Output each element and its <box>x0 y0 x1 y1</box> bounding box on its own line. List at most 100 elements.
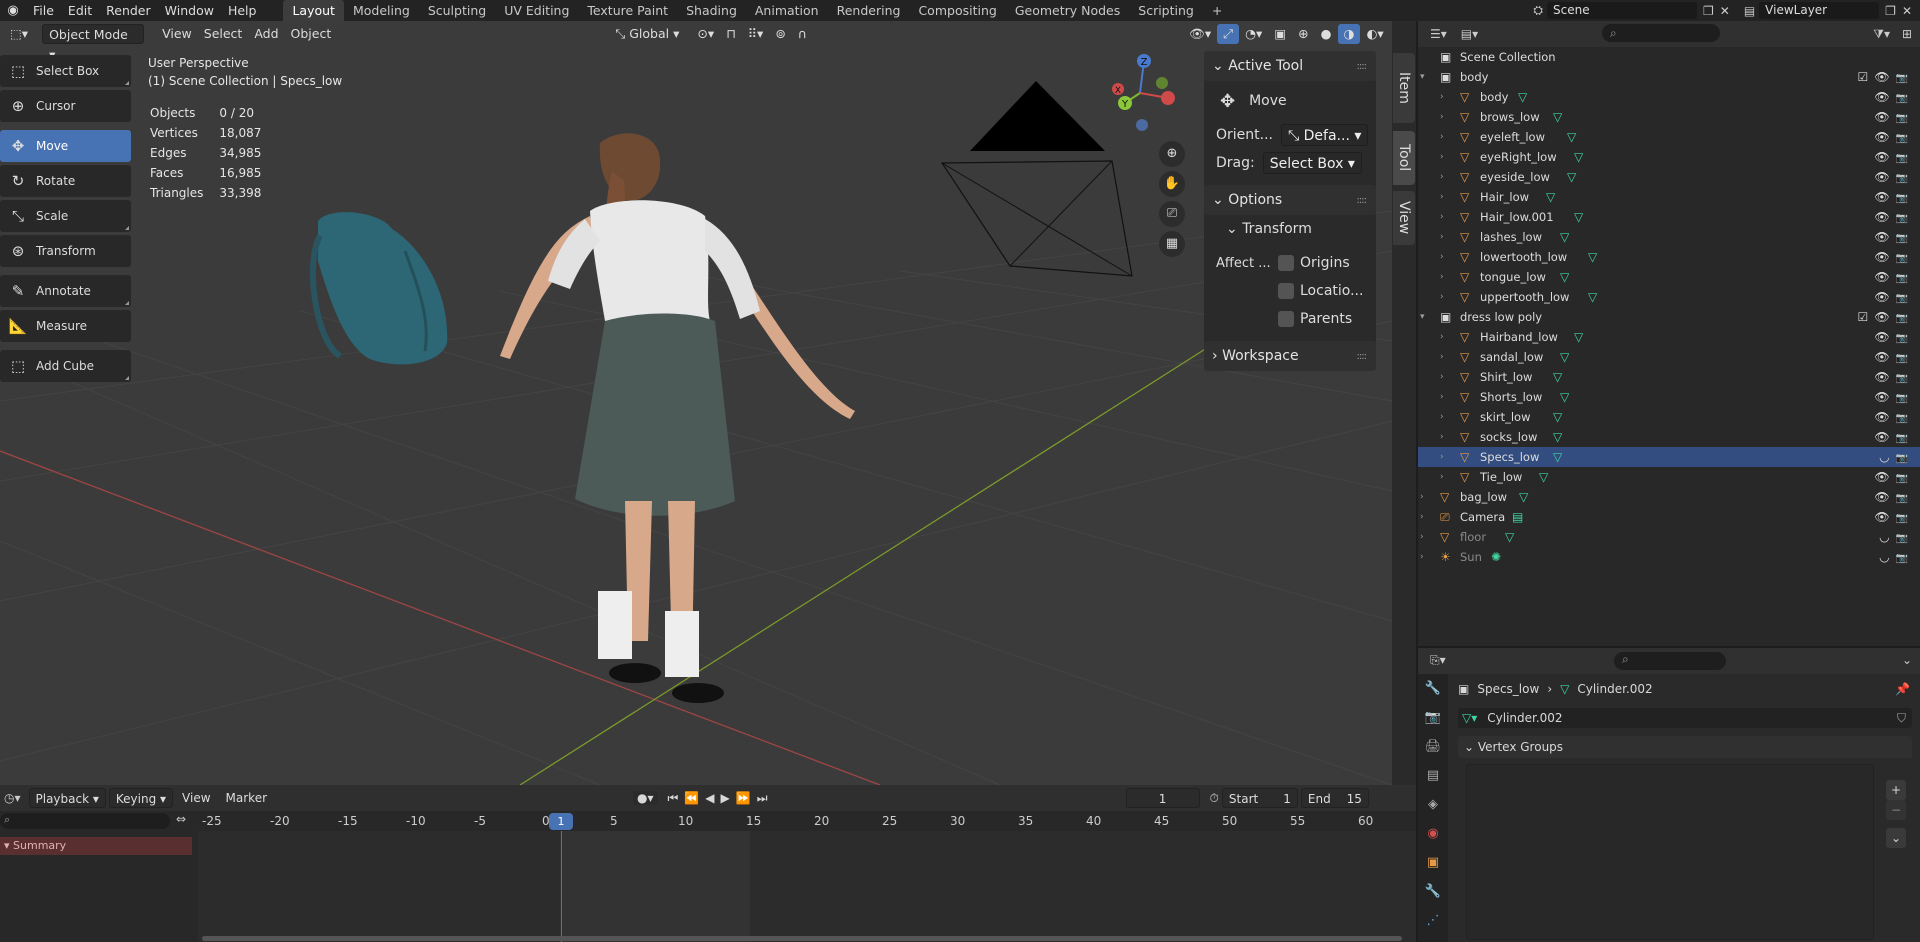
workspace-tab-uv-editing[interactable]: UV Editing <box>495 0 578 21</box>
object-data-icon[interactable]: ▽ <box>1518 87 1527 107</box>
object-data-icon[interactable]: ▽ <box>1567 127 1576 147</box>
object-data-icon[interactable]: ▽ <box>1588 247 1597 267</box>
tool-tab-icon[interactable]: 🔧 <box>1418 674 1448 703</box>
menu-object[interactable]: Object <box>285 24 338 44</box>
disclosure-icon[interactable]: › <box>1440 147 1444 167</box>
tool-move[interactable]: ✥ Move <box>0 130 131 162</box>
disclosure-icon[interactable]: › <box>1440 347 1444 367</box>
tab-item[interactable]: Item <box>1393 53 1415 123</box>
render-camera-icon[interactable]: 📷 <box>1896 233 1914 244</box>
object-data-icon[interactable]: ✺ <box>1491 547 1501 567</box>
disclosure-icon[interactable]: › <box>1440 327 1444 347</box>
outliner-row[interactable]: › ☀ Sun ✺ ◡📷 <box>1418 547 1920 567</box>
disclosure-icon[interactable]: › <box>1440 187 1444 207</box>
play-reverse-icon[interactable]: ◀ <box>705 791 714 805</box>
visibility-eye-icon[interactable]: 👁 <box>1874 510 1895 524</box>
tool-cursor[interactable]: ⊕ Cursor <box>0 90 131 122</box>
object-data-icon[interactable]: ▽ <box>1560 347 1569 367</box>
affect-origins-checkbox[interactable]: Origins <box>1278 255 1350 271</box>
dopesheet-area[interactable] <box>198 831 1416 942</box>
marker-menu[interactable]: Marker <box>220 788 273 808</box>
visibility-eye-icon[interactable]: ◡ <box>1879 530 1895 544</box>
render-camera-icon[interactable]: 📷 <box>1896 393 1914 404</box>
object-data-icon[interactable]: ▽ <box>1553 427 1562 447</box>
visibility-eye-icon[interactable]: 👁 <box>1874 170 1895 184</box>
timeline-scrollbar[interactable] <box>202 936 1402 941</box>
tool-transform[interactable]: ⊛ Transform <box>0 235 131 267</box>
view-layer-icon[interactable]: ▤ <box>1744 4 1755 18</box>
render-camera-icon[interactable]: 📷 <box>1896 333 1914 344</box>
render-camera-icon[interactable]: 📷 <box>1896 213 1914 224</box>
jump-start-icon[interactable]: ⏮ <box>668 791 679 806</box>
object-data-icon[interactable]: ▽ <box>1574 207 1583 227</box>
visibility-eye-icon[interactable]: ◡ <box>1879 550 1895 564</box>
workspace-tab-rendering[interactable]: Rendering <box>828 0 910 21</box>
visibility-eye-icon[interactable]: 👁 <box>1874 330 1895 344</box>
affect-parents-checkbox[interactable]: Parents <box>1278 311 1352 327</box>
outliner-row[interactable]: › ▽ tongue_low ▽ 👁📷 <box>1418 267 1920 287</box>
outliner-row[interactable]: › ▽ Hairband_low ▽ 👁📷 <box>1418 327 1920 347</box>
menu-render[interactable]: Render <box>99 0 158 21</box>
tool-select-box[interactable]: ⬚ Select Box <box>0 55 131 87</box>
visibility-eye-icon[interactable]: 👁 <box>1874 470 1895 484</box>
outliner-row[interactable]: › ▽ bag_low ▽ 👁📷 <box>1418 487 1920 507</box>
menu-add[interactable]: Add <box>248 24 284 44</box>
workspace-tab-animation[interactable]: Animation <box>746 0 828 21</box>
playback-menu[interactable]: Playback ▾ <box>28 788 106 808</box>
outliner-row[interactable]: › ▽ brows_low ▽ 👁📷 <box>1418 107 1920 127</box>
render-camera-icon[interactable]: 📷 <box>1896 93 1914 104</box>
outliner-row[interactable]: › ▽ floor ▽ ◡📷 <box>1418 527 1920 547</box>
zoom-icon[interactable]: ⊕ <box>1159 141 1185 167</box>
visibility-eye-icon[interactable]: 👁 <box>1874 250 1895 264</box>
outliner-row[interactable]: › ▽ Shirt_low ▽ 👁📷 <box>1418 367 1920 387</box>
active-tool-header[interactable]: ⌄ Active Tool:::: <box>1204 51 1376 81</box>
pan-hand-icon[interactable]: ✋ <box>1159 171 1185 197</box>
render-camera-icon[interactable]: 📷 <box>1896 533 1914 544</box>
visibility-eye-icon[interactable]: 👁 <box>1874 490 1895 504</box>
output-tab-icon[interactable]: 🖨 <box>1418 732 1448 761</box>
expand-icon[interactable]: ▾ <box>1420 67 1425 87</box>
outliner-row[interactable]: › ▽ Specs_low ▽ ◡📷 <box>1418 447 1920 467</box>
workspace-tab-shading[interactable]: Shading <box>677 0 746 21</box>
visibility-eye-icon[interactable]: 👁 <box>1874 290 1895 304</box>
render-camera-icon[interactable]: 📷 <box>1896 373 1914 384</box>
visibility-eye-icon[interactable]: 👁 <box>1874 410 1895 424</box>
tool-measure[interactable]: 📐 Measure <box>0 310 131 342</box>
menu-select[interactable]: Select <box>198 24 249 44</box>
pin-icon[interactable]: 📌 <box>1895 682 1910 696</box>
solid-shading-icon[interactable]: ● <box>1315 24 1338 44</box>
timeline-search-input[interactable]: ⌕ <box>0 813 170 829</box>
playhead-badge[interactable]: 1 <box>549 813 573 830</box>
mesh-data-selector[interactable]: ▽▾ Cylinder.002 ⛉ <box>1458 708 1912 728</box>
disclosure-icon[interactable]: › <box>1420 547 1424 567</box>
orientation-dropdown[interactable]: ⤡ Defa... ▾ <box>1281 124 1369 146</box>
outliner-row[interactable]: ▾ ▣ body ☑👁📷 <box>1418 67 1920 87</box>
outliner-row[interactable]: › ▽ skirt_low ▽ 👁📷 <box>1418 407 1920 427</box>
scene-selector[interactable]: Scene <box>1547 2 1697 19</box>
object-data-icon[interactable]: ▽ <box>1553 367 1562 387</box>
delete-view-layer-icon[interactable]: ✕ <box>1902 4 1912 18</box>
visibility-eye-icon[interactable]: 👁 <box>1874 430 1895 444</box>
scene-tab-icon[interactable]: ◈ <box>1418 790 1448 819</box>
render-camera-icon[interactable]: 📷 <box>1896 493 1914 504</box>
outliner-row[interactable]: › ▽ Shorts_low ▽ 👁📷 <box>1418 387 1920 407</box>
next-keyframe-icon[interactable]: ⏩ <box>736 791 751 805</box>
camera-view-icon[interactable]: ⎚ <box>1159 201 1185 227</box>
jump-end-icon[interactable]: ⏭ <box>757 791 768 806</box>
outliner-row[interactable]: › ▽ Hair_low.001 ▽ 👁📷 <box>1418 207 1920 227</box>
rendered-shading-icon[interactable]: ◐▾ <box>1360 24 1389 44</box>
render-camera-icon[interactable]: 📷 <box>1896 193 1914 204</box>
menu-window[interactable]: Window <box>158 0 221 21</box>
object-data-icon[interactable]: ▽ <box>1560 387 1569 407</box>
object-data-icon[interactable]: ▽ <box>1560 267 1569 287</box>
modifier-tab-icon[interactable]: 🔧 <box>1418 877 1448 906</box>
visibility-eye-icon[interactable]: 👁 <box>1874 230 1895 244</box>
disclosure-icon[interactable]: › <box>1440 167 1444 187</box>
navigation-gizmo[interactable]: Z X Y <box>1100 53 1180 133</box>
snap-icon[interactable]: ⊓ <box>720 24 742 44</box>
affect-locations-checkbox[interactable]: Locatio... <box>1278 283 1363 299</box>
menu-view[interactable]: View <box>156 24 198 44</box>
outliner-row[interactable]: › ▽ socks_low ▽ 👁📷 <box>1418 427 1920 447</box>
workspace-tab-geometry-nodes[interactable]: Geometry Nodes <box>1006 0 1129 21</box>
outliner-row[interactable]: › ▽ uppertooth_low ▽ 👁📷 <box>1418 287 1920 307</box>
